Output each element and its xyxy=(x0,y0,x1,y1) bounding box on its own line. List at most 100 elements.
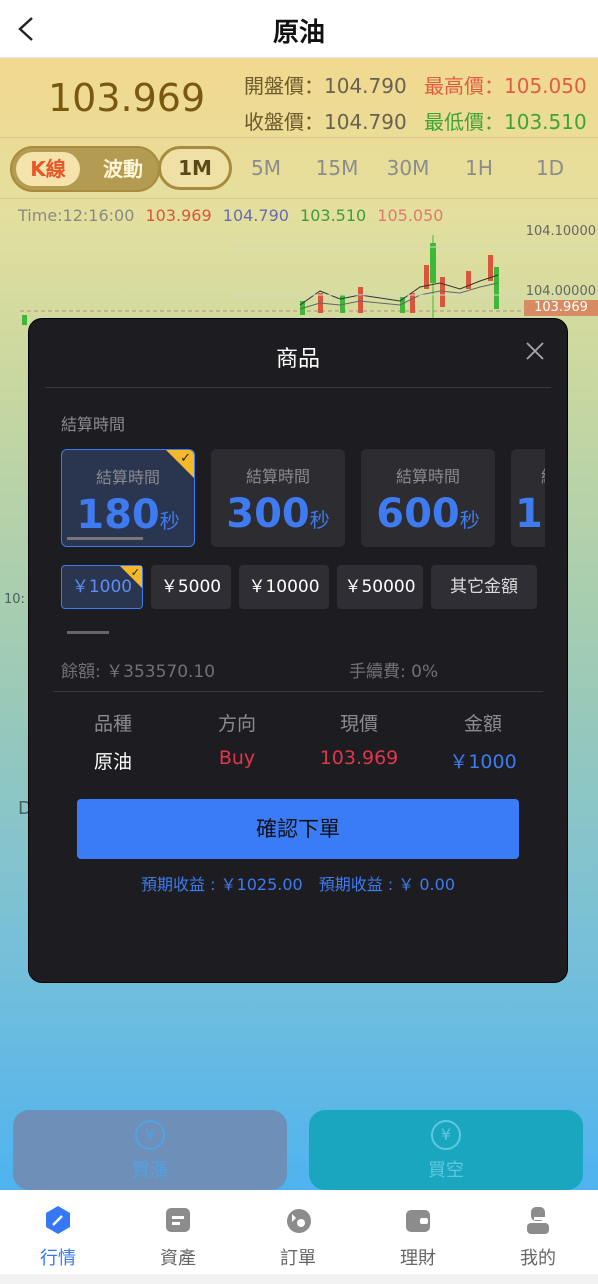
tab-market-label: 行情 xyxy=(40,1248,76,1269)
high-price-stat: 最高價：105.050 xyxy=(424,70,587,99)
confirm-order-button[interactable]: 確認下單 xyxy=(77,799,519,859)
close-price-stat: 收盤價：104.790 xyxy=(244,106,407,135)
time-option-label: 結算時間 xyxy=(395,467,460,486)
amount-options: ￥1000 ✓ ￥5000 ￥10000 ￥50000 其它金額 xyxy=(61,565,541,611)
time-option-180[interactable]: 結算時間 180秒 ✓ xyxy=(61,449,195,547)
amount-option-10000[interactable]: ￥10000 xyxy=(239,565,329,609)
expected-profit: 預期收益 : ￥1025.00 預期收益 : ￥ 0.00 xyxy=(29,871,567,895)
amount-option-50000[interactable]: ￥50000 xyxy=(337,565,423,609)
buy-down-button[interactable]: ¥ 買空 xyxy=(309,1110,583,1190)
candle xyxy=(410,293,415,313)
time-value-unit: 秒 xyxy=(309,508,330,532)
header-amount: 金額 xyxy=(463,713,502,735)
check-icon: ✓ xyxy=(130,566,140,579)
tab-orders-label: 訂單 xyxy=(280,1248,316,1269)
chart-controls: K線 波動 1M 5M 15M 30M 1H 1D xyxy=(0,137,598,199)
amount-option-other[interactable]: 其它金額 xyxy=(431,565,537,609)
user-icon xyxy=(527,1207,549,1234)
tab-market[interactable]: 行情 xyxy=(0,1190,118,1274)
assets-icon xyxy=(166,1208,190,1232)
y-axis-label: 104.10000 xyxy=(525,224,596,239)
scroll-indicator xyxy=(67,631,109,634)
tab-finance-label: 理財 xyxy=(400,1248,436,1269)
page-title: 原油 xyxy=(272,18,325,48)
value-amount: ￥1000 xyxy=(449,751,517,773)
period-15m[interactable]: 15M xyxy=(302,146,372,190)
low-price-stat: 最低價：103.510 xyxy=(424,106,587,135)
chart-mode-toggle: K線 波動 xyxy=(10,146,160,192)
close-value: 104.790 xyxy=(324,110,407,134)
candle xyxy=(22,315,27,325)
kline-mode-button[interactable]: K線 xyxy=(16,152,80,186)
fee: 手續費: 0% xyxy=(349,662,439,682)
time-value-number: 180 xyxy=(76,492,160,538)
bottom-tab-bar: 行情 資產 訂單 理財 我的 xyxy=(0,1190,598,1284)
time-option-value: 12 xyxy=(511,491,545,537)
value-symbol: 原油 xyxy=(93,751,132,773)
time-option-value: 180秒 xyxy=(62,492,194,538)
current-price: 103.969 xyxy=(48,76,206,120)
period-1m[interactable]: 1M xyxy=(158,146,232,190)
high-value: 105.050 xyxy=(504,74,587,98)
order-modal: 商品 結算時間 結算時間 180秒 ✓ 結算時間 300秒 結算時間 600秒 xyxy=(28,318,568,983)
buy-up-label: 買漲 xyxy=(132,1160,168,1181)
balance: 餘額: ￥353570.10 xyxy=(61,662,216,682)
scroll-indicator xyxy=(67,537,143,540)
buy-up-button[interactable]: ¥ 買漲 xyxy=(13,1110,287,1190)
time-value-unit: 秒 xyxy=(459,508,480,532)
time-value-unit: 秒 xyxy=(159,509,180,533)
time-value-number: 12 xyxy=(515,491,545,537)
y-axis-label: 104.00000 xyxy=(525,284,596,299)
tab-orders[interactable]: 訂單 xyxy=(238,1190,358,1274)
tab-profile[interactable]: 我的 xyxy=(478,1190,598,1274)
yen-down-icon: ¥ xyxy=(431,1120,461,1150)
expected-profit-1: 預期收益 : ￥1025.00 xyxy=(140,875,303,894)
time-label: Time: xyxy=(18,206,63,225)
check-icon: ✓ xyxy=(180,451,191,466)
orders-icon xyxy=(287,1209,311,1233)
tab-assets-label: 資產 xyxy=(160,1248,196,1269)
info-close: 103.969 xyxy=(145,206,212,225)
period-30m[interactable]: 30M xyxy=(373,146,443,190)
time-option-value: 600秒 xyxy=(361,491,495,537)
price-panel: 103.969 開盤價：104.790 最高價：105.050 收盤價：104.… xyxy=(0,58,598,136)
modal-title: 商品 xyxy=(275,347,320,372)
time-option-600[interactable]: 結算時間 600秒 xyxy=(361,449,495,547)
tab-profile-label: 我的 xyxy=(520,1248,556,1269)
time-option-300[interactable]: 結算時間 300秒 xyxy=(211,449,345,547)
open-label: 開盤價： xyxy=(244,74,324,98)
chart-info-line: Time:12:16:00 103.969 104.790 103.510 10… xyxy=(18,206,449,225)
amount-option-1000[interactable]: ￥1000 ✓ xyxy=(61,565,143,609)
period-5m[interactable]: 5M xyxy=(231,146,301,190)
candlestick-chart xyxy=(20,235,598,325)
market-icon xyxy=(46,1206,70,1234)
time-value-number: 600 xyxy=(376,491,460,537)
open-price-stat: 開盤價：104.790 xyxy=(244,70,407,99)
tab-finance[interactable]: 理財 xyxy=(358,1190,478,1274)
close-label: 收盤價： xyxy=(244,110,324,134)
header-direction: 方向 xyxy=(217,713,256,735)
home-indicator-area xyxy=(0,1274,598,1284)
expected-profit-2: 預期收益 : ￥ 0.00 xyxy=(318,875,455,894)
last-price-tag: 103.969 xyxy=(524,300,598,316)
close-icon[interactable] xyxy=(525,341,545,361)
candle xyxy=(494,267,499,309)
info-low: 103.510 xyxy=(300,206,367,225)
value-direction: Buy xyxy=(218,747,256,769)
time-option-partial[interactable]: 結 12 xyxy=(511,449,545,547)
value-price: 103.969 xyxy=(319,747,399,769)
divider xyxy=(53,691,543,692)
low-value: 103.510 xyxy=(504,110,587,134)
tab-assets[interactable]: 資產 xyxy=(118,1190,238,1274)
period-1d[interactable]: 1D xyxy=(515,146,585,190)
nav-bar: 原油 xyxy=(0,0,598,58)
divider xyxy=(45,387,551,388)
period-1h[interactable]: 1H xyxy=(444,146,514,190)
header-symbol: 品種 xyxy=(93,713,132,735)
time-option-label: 結算時間 xyxy=(245,467,310,486)
time-value: 12:16:00 xyxy=(62,206,135,225)
wave-mode-button[interactable]: 波動 xyxy=(90,152,156,186)
candle xyxy=(358,287,363,313)
buy-down-label: 買空 xyxy=(428,1160,464,1181)
amount-option-5000[interactable]: ￥5000 xyxy=(151,565,231,609)
